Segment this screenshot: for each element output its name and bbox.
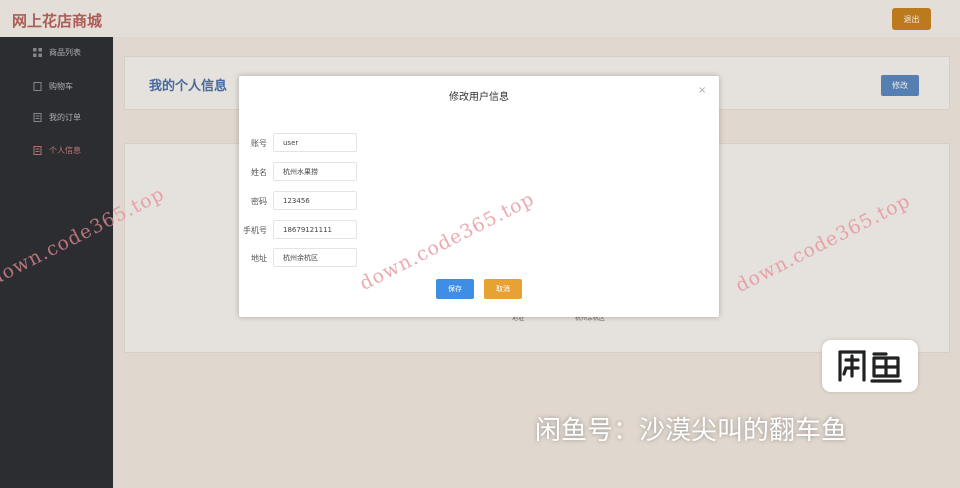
save-button[interactable]: 保存 <box>436 279 474 299</box>
xianyu-logo-glyph <box>838 350 902 383</box>
password-input[interactable]: 123456 <box>273 191 357 210</box>
password-row: 密码 123456 <box>239 191 719 211</box>
phone-label: 手机号 <box>243 226 267 235</box>
address-row: 地址 杭州余杭区 <box>239 248 719 268</box>
password-label: 密码 <box>251 197 267 206</box>
address-label: 地址 <box>251 254 267 263</box>
cancel-button[interactable]: 取消 <box>484 279 522 299</box>
name-row: 姓名 杭州水果捞 <box>239 162 719 182</box>
edit-user-dialog: 修改用户信息 × 账号 user 姓名 杭州水果捞 密码 123456 手机号 … <box>239 76 719 317</box>
address-input[interactable]: 杭州余杭区 <box>273 248 357 267</box>
dialog-title: 修改用户信息 <box>449 92 509 103</box>
name-input[interactable]: 杭州水果捞 <box>273 162 357 181</box>
account-input[interactable]: user <box>273 133 357 152</box>
account-row: 账号 user <box>239 133 719 153</box>
close-icon[interactable]: × <box>698 85 706 96</box>
xianyu-logo <box>822 340 918 392</box>
phone-input[interactable]: 18679121111 <box>273 220 357 239</box>
overlay-caption: 闲鱼号：沙漠尖叫的翻车鱼 <box>535 416 848 446</box>
account-label: 账号 <box>251 139 267 148</box>
name-label: 姓名 <box>251 168 267 177</box>
